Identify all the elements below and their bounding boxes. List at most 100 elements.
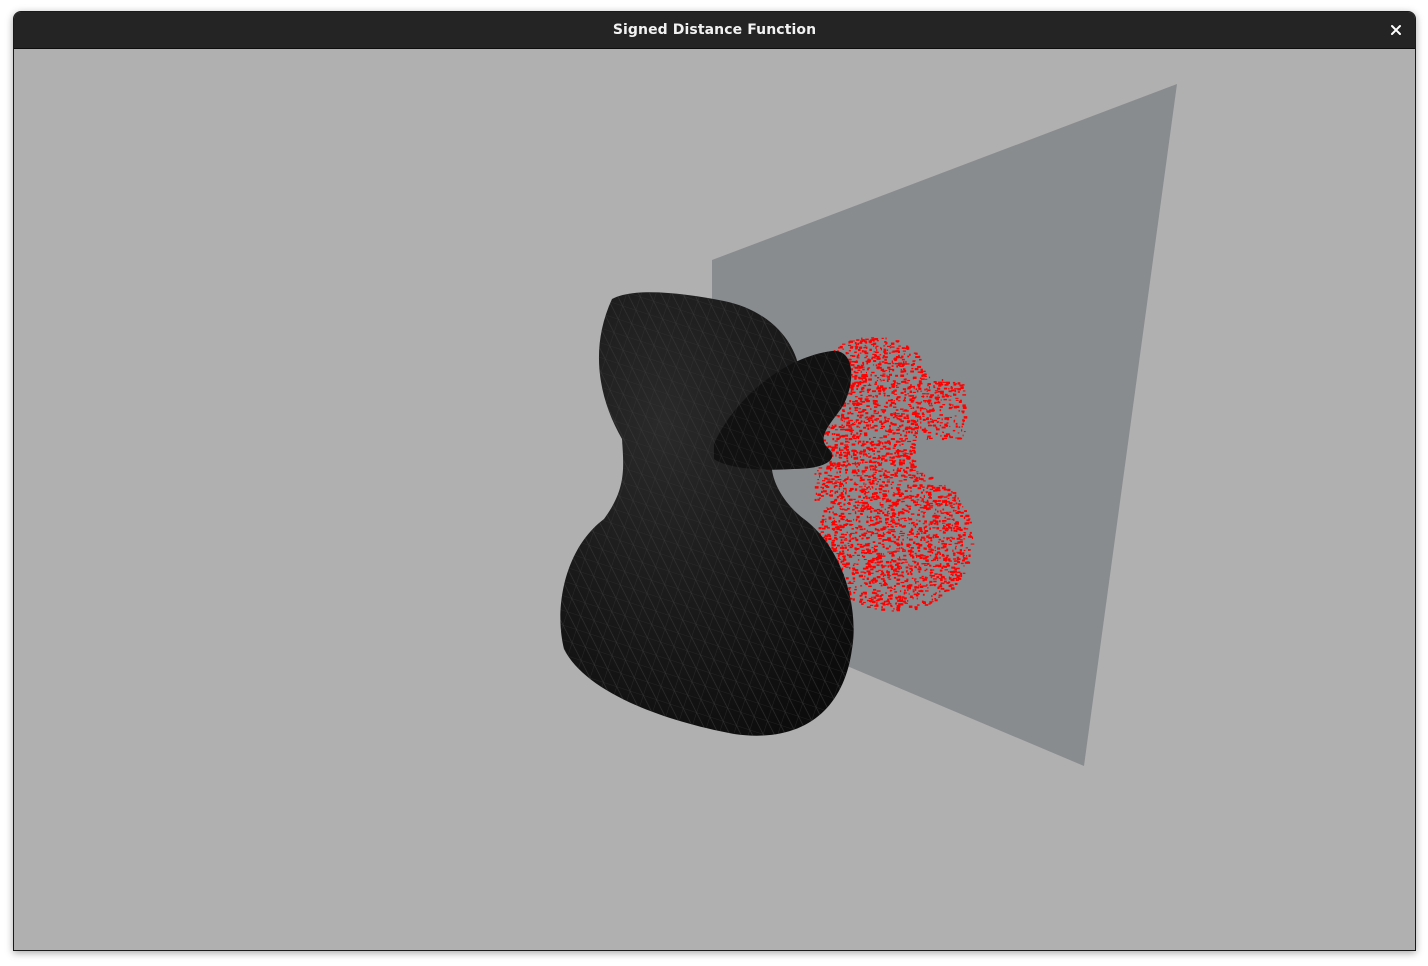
sdf-point xyxy=(922,523,925,525)
sdf-point xyxy=(855,472,858,475)
sdf-point xyxy=(939,553,942,555)
sdf-point xyxy=(853,505,856,507)
sdf-point xyxy=(916,555,918,558)
sdf-point xyxy=(855,419,859,421)
sdf-point xyxy=(844,446,849,448)
sdf-point xyxy=(954,582,958,585)
sdf-point xyxy=(858,403,863,405)
sdf-point xyxy=(847,542,850,544)
sdf-point xyxy=(892,416,895,419)
sdf-point xyxy=(862,451,866,453)
sdf-point xyxy=(887,442,891,444)
sdf-point xyxy=(907,517,909,519)
sdf-point xyxy=(865,424,870,427)
sdf-point xyxy=(930,394,934,396)
sdf-point xyxy=(923,547,926,549)
sdf-point xyxy=(865,412,869,415)
sdf-point xyxy=(864,466,869,469)
sdf-point xyxy=(872,582,875,584)
sdf-point xyxy=(941,501,946,503)
sdf-point xyxy=(846,352,850,354)
sdf-point xyxy=(885,448,887,450)
sdf-point xyxy=(839,482,843,486)
sdf-point xyxy=(942,545,947,548)
sdf-point xyxy=(902,429,905,432)
sdf-point xyxy=(886,481,890,483)
sdf-point xyxy=(908,563,910,566)
sdf-point xyxy=(884,484,889,487)
sdf-point xyxy=(884,341,887,343)
sdf-point xyxy=(902,413,905,415)
sdf-point xyxy=(875,394,877,397)
sdf-point xyxy=(955,502,958,505)
sdf-point xyxy=(883,472,886,475)
sdf-point xyxy=(879,437,883,439)
sdf-point xyxy=(867,479,871,481)
sdf-point xyxy=(899,524,902,527)
sdf-point xyxy=(864,595,867,599)
sdf-point xyxy=(868,525,871,527)
sdf-point xyxy=(872,364,875,366)
sdf-point xyxy=(843,539,848,541)
sdf-point xyxy=(844,452,847,454)
sdf-point xyxy=(910,573,913,576)
sdf-point xyxy=(905,466,909,469)
sdf-point xyxy=(952,577,957,579)
sdf-point xyxy=(924,429,927,432)
sdf-point xyxy=(867,427,870,430)
sdf-point xyxy=(828,537,832,540)
sdf-point xyxy=(916,536,918,539)
sdf-point xyxy=(846,416,850,420)
sdf-point xyxy=(872,450,875,452)
sdf-point xyxy=(905,378,907,381)
sdf-point xyxy=(880,380,882,382)
sdf-point xyxy=(914,588,917,591)
sdf-point xyxy=(874,579,878,582)
sdf-point xyxy=(964,510,967,512)
sdf-point xyxy=(831,540,835,542)
sdf-point xyxy=(846,563,850,566)
sdf-point xyxy=(859,452,863,455)
sdf-point xyxy=(855,440,857,442)
sdf-point xyxy=(952,509,955,512)
sdf-point xyxy=(834,480,838,482)
sdf-point xyxy=(906,578,909,581)
scene-canvas[interactable] xyxy=(14,49,1415,950)
sdf-point xyxy=(929,414,931,417)
sdf-point xyxy=(891,504,895,506)
sdf-point xyxy=(927,540,930,543)
sdf-point xyxy=(852,453,857,457)
sdf-point xyxy=(884,582,887,584)
sdf-point xyxy=(929,507,933,509)
sdf-point xyxy=(886,395,890,397)
sdf-point xyxy=(948,560,952,562)
sdf-point xyxy=(866,520,869,524)
sdf-point xyxy=(946,554,949,557)
sdf-point xyxy=(885,561,889,564)
close-button[interactable] xyxy=(1383,17,1409,43)
sdf-point xyxy=(950,527,953,530)
sdf-point xyxy=(853,563,856,565)
render-viewport[interactable] xyxy=(14,49,1415,950)
sdf-point xyxy=(887,603,892,605)
sdf-point xyxy=(868,549,871,551)
sdf-point xyxy=(896,413,900,415)
sdf-point xyxy=(879,484,883,487)
sdf-point xyxy=(861,388,864,391)
title-bar[interactable]: Signed Distance Function xyxy=(14,12,1415,49)
sdf-point xyxy=(878,470,882,472)
sdf-point xyxy=(923,537,926,539)
sdf-point xyxy=(883,600,886,603)
sdf-point xyxy=(915,415,919,418)
sdf-point xyxy=(962,534,966,537)
sdf-point xyxy=(906,586,911,589)
sdf-point xyxy=(832,464,835,467)
sdf-point xyxy=(959,528,963,532)
sdf-point xyxy=(882,495,885,497)
sdf-point xyxy=(918,520,921,522)
sdf-point xyxy=(876,556,880,559)
sdf-point xyxy=(833,529,835,531)
sdf-point xyxy=(938,585,943,588)
sdf-point xyxy=(868,460,873,463)
sdf-point xyxy=(941,500,945,502)
